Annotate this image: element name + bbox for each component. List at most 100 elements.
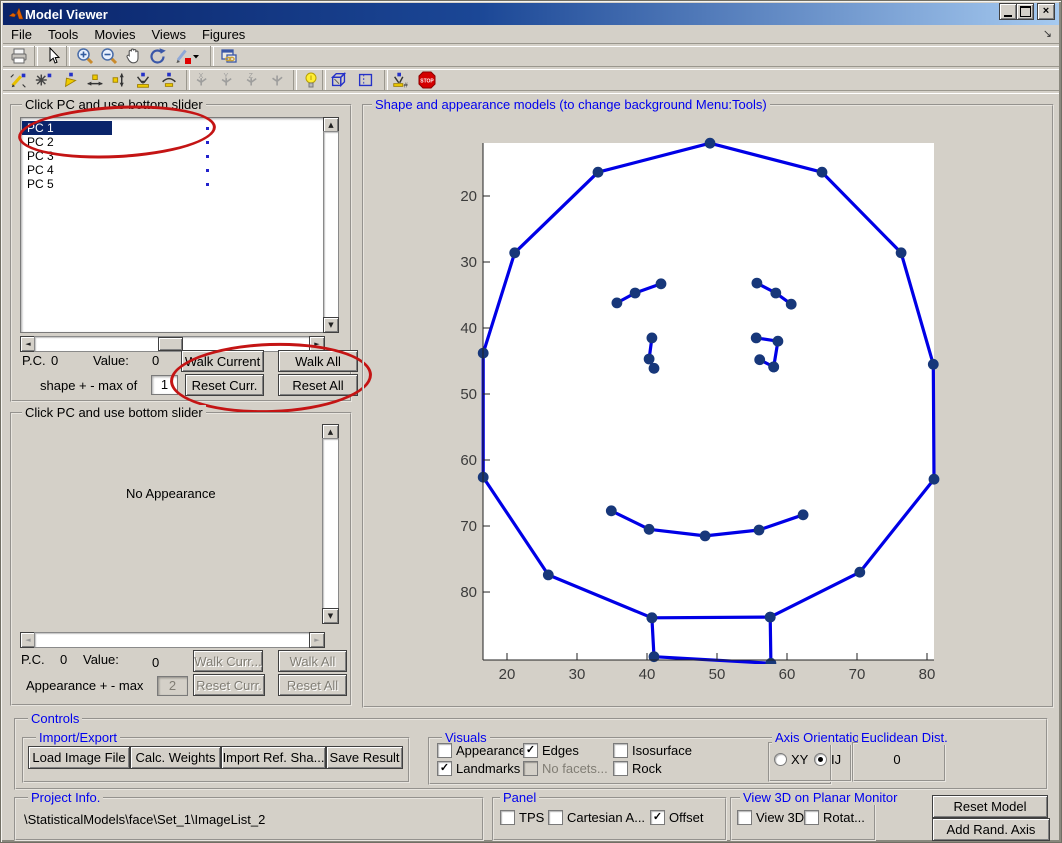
- axis-z-icon[interactable]: Z: [242, 69, 264, 91]
- landmark-marker: [612, 298, 623, 309]
- axis-orientation-radio-xy[interactable]: XY: [774, 752, 808, 767]
- appearance-slider-track[interactable]: [34, 632, 311, 648]
- landmark-flag-icon[interactable]: [60, 69, 82, 91]
- add-rand-axis-button[interactable]: Add Rand. Axis: [932, 818, 1050, 841]
- calc-weights-button[interactable]: Calc. Weights: [130, 746, 221, 769]
- close-button[interactable]: ×: [1037, 3, 1055, 20]
- align-horizontal-icon[interactable]: [84, 69, 106, 91]
- link-figure-icon[interactable]: [218, 45, 240, 67]
- reset-all-button-disabled[interactable]: Reset All: [278, 674, 347, 696]
- brush-dropdown-caret-icon[interactable]: [192, 45, 200, 67]
- landmark-marker: [630, 288, 641, 299]
- load-image-file-button[interactable]: Load Image File: [28, 746, 130, 769]
- rotate-3d-icon[interactable]: [147, 45, 169, 67]
- dock-arrow-icon[interactable]: ↘: [1043, 27, 1052, 40]
- checkbox-label: Cartesian A...: [567, 810, 645, 825]
- visuals-checkbox-landmarks[interactable]: ✓Landmarks: [437, 761, 520, 776]
- value-number: 0: [152, 655, 159, 670]
- radio-label: XY: [791, 752, 808, 767]
- view3d-checkbox-rotat[interactable]: Rotat...: [804, 810, 865, 825]
- axis-x-icon[interactable]: X: [192, 69, 214, 91]
- axis-y-icon[interactable]: Y: [217, 69, 239, 91]
- panel-checkbox-cartesian-a[interactable]: Cartesian A...: [548, 810, 645, 825]
- reset-model-button[interactable]: Reset Model: [932, 795, 1048, 818]
- cube-3d-icon[interactable]: [328, 69, 350, 91]
- value-label: Value:: [83, 652, 119, 667]
- axis-orientation-radio-ij[interactable]: IJ: [814, 752, 841, 767]
- shape-slider-thumb[interactable]: [158, 337, 183, 351]
- menu-figures[interactable]: Figures: [194, 26, 253, 43]
- scrollbar-track[interactable]: [322, 438, 339, 610]
- zoom-in-icon[interactable]: [74, 45, 96, 67]
- y-tick-label: 80: [460, 584, 477, 601]
- landmark-marker: [606, 505, 617, 516]
- landmark-marker: [773, 336, 784, 347]
- panel-checkbox-tps[interactable]: TPS: [500, 810, 544, 825]
- checkbox-label: Offset: [669, 810, 703, 825]
- slider-right-button[interactable]: ►: [309, 632, 325, 648]
- checkbox-label: Edges: [542, 743, 579, 758]
- landmark-marker: [593, 167, 604, 178]
- visuals-checkbox-appearance[interactable]: Appearance: [437, 743, 526, 758]
- checkbox-icon: ✓: [437, 761, 452, 776]
- x-tick-label: 70: [849, 666, 866, 683]
- landmark-marker: [649, 363, 660, 374]
- visuals-checkbox-edges[interactable]: ✓Edges: [523, 743, 579, 758]
- landmark-marker: [896, 247, 907, 258]
- x-tick-label: 40: [639, 666, 656, 683]
- visuals-checkbox-isosurface[interactable]: Isosurface: [613, 743, 692, 758]
- menu-file[interactable]: File: [3, 26, 40, 43]
- brush-color-icon[interactable]: [172, 45, 194, 67]
- drop-landmarks-icon[interactable]: [132, 69, 154, 91]
- landmark-numbers-icon[interactable]: #: [390, 69, 412, 91]
- stop-icon[interactable]: STOP: [416, 69, 438, 91]
- walk-current-button-disabled[interactable]: Walk Curr...: [193, 650, 263, 672]
- visuals-checkbox-no-facets[interactable]: No facets...: [523, 761, 608, 776]
- visuals-checkbox-rock[interactable]: Rock: [613, 761, 662, 776]
- reset-current-button-disabled[interactable]: Reset Curr.: [193, 674, 265, 696]
- align-vertical-icon[interactable]: [108, 69, 130, 91]
- scrollbar-track[interactable]: [323, 131, 339, 319]
- save-result-button[interactable]: Save Result: [326, 746, 403, 769]
- menu-tools[interactable]: Tools: [40, 26, 86, 43]
- menu-views[interactable]: Views: [144, 26, 194, 43]
- axis-free-icon[interactable]: [267, 69, 289, 91]
- minimize-button[interactable]: [999, 3, 1017, 20]
- checkbox-label: No facets...: [542, 761, 608, 776]
- plot-group-title: Shape and appearance models (to change b…: [372, 97, 770, 112]
- landmark-marker: [754, 525, 765, 536]
- menu-movies[interactable]: Movies: [86, 26, 143, 43]
- pan-icon[interactable]: [122, 45, 144, 67]
- scroll-down-button[interactable]: ▼: [322, 608, 339, 624]
- pc-list-item[interactable]: PC 4: [22, 163, 317, 177]
- checkbox-icon: [437, 743, 452, 758]
- pc-list-item[interactable]: PC 5: [22, 177, 317, 191]
- radio-icon: [814, 753, 827, 766]
- landmark-pen-icon[interactable]: [8, 69, 30, 91]
- landmark-marker: [817, 167, 828, 178]
- scroll-down-button[interactable]: ▼: [323, 317, 339, 333]
- zoom-out-icon[interactable]: [98, 45, 120, 67]
- pointer-icon[interactable]: [42, 45, 64, 67]
- cube-flat-icon[interactable]: [355, 69, 377, 91]
- radio-label: IJ: [831, 752, 841, 767]
- import-ref-shape-button[interactable]: Import Ref. Sha...: [221, 746, 326, 769]
- landmark-marker: [928, 359, 939, 370]
- walk-all-button-disabled[interactable]: Walk All: [278, 650, 347, 672]
- maximize-button[interactable]: [1016, 3, 1034, 20]
- toolbar-separator: [186, 70, 190, 90]
- toolbar-separator: [210, 46, 214, 66]
- landmark-marker: [644, 524, 655, 535]
- value-number: 0: [152, 353, 159, 368]
- print-icon[interactable]: [8, 45, 30, 67]
- landmark-star-icon[interactable]: [33, 69, 55, 91]
- project-info-title: Project Info.: [28, 790, 103, 805]
- landmark-marker: [700, 531, 711, 542]
- landmark-marker: [751, 333, 762, 344]
- light-bulb-icon[interactable]: [300, 69, 322, 91]
- panel-checkbox-offset[interactable]: ✓Offset: [650, 810, 703, 825]
- appearance-max-input[interactable]: 2: [157, 676, 188, 696]
- view3d-checkbox-view-3d[interactable]: View 3D: [737, 810, 804, 825]
- arc-landmark-icon[interactable]: [158, 69, 180, 91]
- import-export-title: Import/Export: [36, 730, 120, 745]
